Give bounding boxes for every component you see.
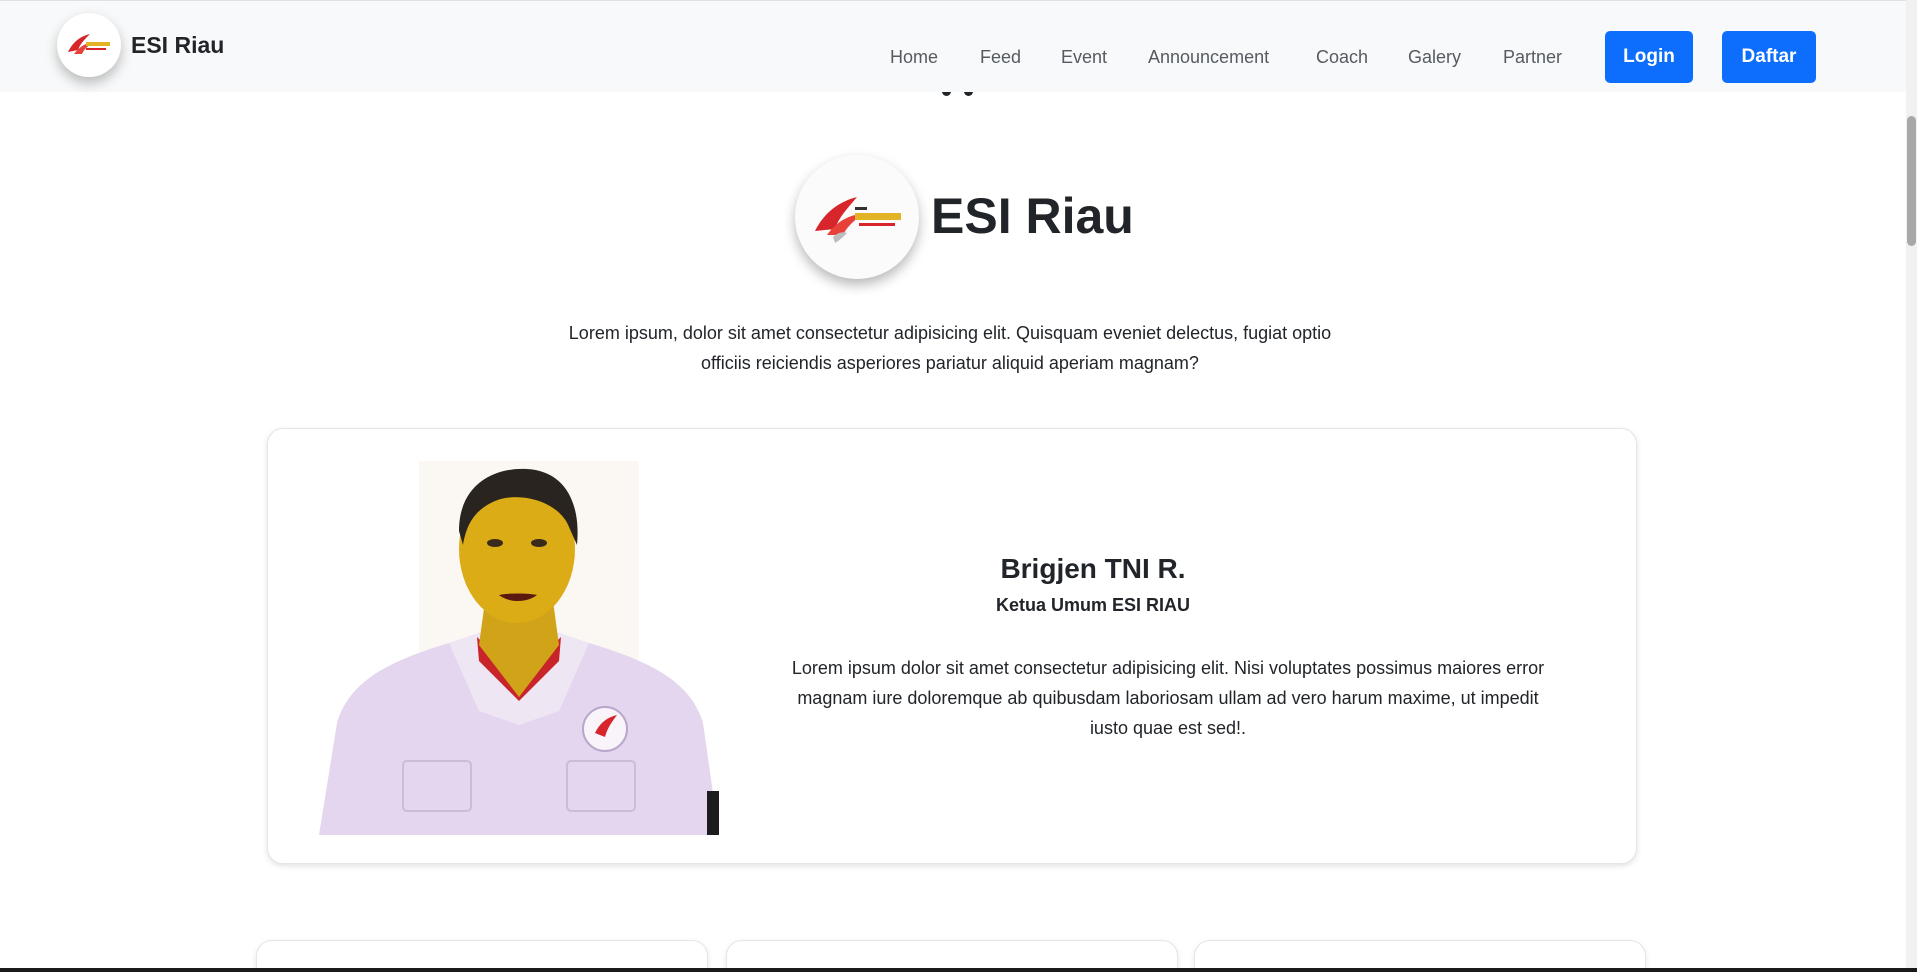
leader-role: Ketua Umum ESI RIAU xyxy=(995,595,1191,615)
register-button[interactable]: Daftar xyxy=(1722,31,1816,83)
nav-announcement[interactable]: Announcement xyxy=(1148,45,1269,69)
leader-name: Brigjen TNI R. xyxy=(1000,553,1186,584)
leader-photo xyxy=(319,461,719,835)
taskbar-edge xyxy=(0,968,1917,972)
page-title: ESI Riau xyxy=(931,188,1134,244)
nav-coach[interactable]: Coach xyxy=(1316,45,1368,69)
leader-description: Lorem ipsum dolor sit amet consectetur a… xyxy=(791,658,1545,738)
nav-home[interactable]: Home xyxy=(890,45,938,69)
leader-card: Brigjen TNI R. Ketua Umum ESI RIAU Lorem… xyxy=(267,428,1637,864)
nav-partner[interactable]: Partner xyxy=(1503,45,1562,69)
page-scrollbar[interactable] xyxy=(1906,0,1917,968)
organization-description: Lorem ipsum, dolor sit amet consectetur … xyxy=(568,323,1332,373)
nav-galery[interactable]: Galery xyxy=(1408,45,1461,69)
scrollbar-thumb[interactable] xyxy=(1907,116,1916,246)
nav-event[interactable]: Event xyxy=(1061,45,1107,69)
organization-logo-icon xyxy=(795,155,919,279)
login-button[interactable]: Login xyxy=(1605,31,1693,83)
navbar: ESI Riau Home Feed Event Announcement Co… xyxy=(0,0,1906,92)
nav-feed[interactable]: Feed xyxy=(980,45,1021,69)
